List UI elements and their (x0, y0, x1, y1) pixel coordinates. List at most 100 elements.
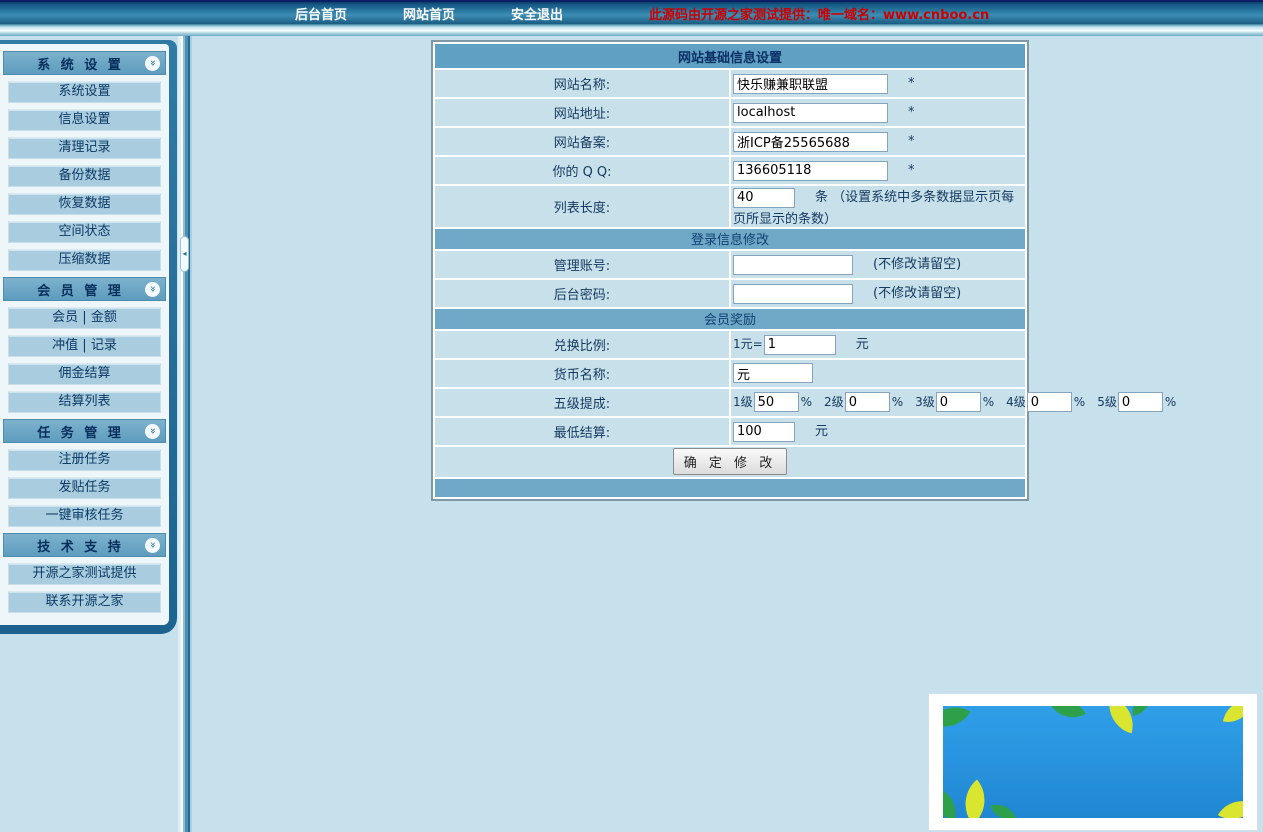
admin-page: 后台首页 网站首页 安全退出 此源码由开源之家测试提供：唯一域名：www.cnboo… (0, 0, 1263, 832)
form-field-row: 列表长度:条 （设置系统中多条数据显示页每页所显示的条数） (435, 186, 1025, 227)
nav-link[interactable]: 后台首页 (295, 4, 347, 23)
form-section-row: 登录信息修改 (435, 229, 1025, 249)
sidebar-item[interactable]: 发贴任务 (8, 477, 161, 499)
text-input[interactable] (754, 392, 799, 412)
field-label: 网站地址: (435, 99, 729, 126)
sidebar-item[interactable]: 恢复数据 (8, 193, 161, 215)
field-label: 列表长度: (435, 186, 729, 227)
text-input[interactable] (733, 188, 795, 208)
input-group: 1元= (733, 337, 836, 352)
field-note: (不修改请留空) (873, 257, 961, 272)
leaf-icon (1050, 706, 1086, 727)
collapse-sidebar-handle[interactable]: ◂ (180, 236, 189, 272)
settings-form: 网站基础信息设置 网站名称:*网站地址:*网站备案:*你的 Q Q:*列表长度:… (431, 40, 1029, 501)
topbar-divider-band (0, 24, 1263, 36)
sidebar-section-title: 任 务 管 理 (4, 422, 145, 441)
sidebar-item[interactable]: 冲值 | 记录 (8, 335, 161, 357)
text-input[interactable] (733, 284, 853, 304)
sidebar-item[interactable]: 一键审核任务 (8, 505, 161, 527)
chevron-double-down-icon[interactable]: » (145, 56, 160, 71)
nav-link[interactable]: 安全退出 (511, 4, 563, 23)
input-group (733, 76, 888, 91)
form-section-header: 会员奖励 (435, 309, 1025, 329)
sidebar-section-header[interactable]: 系 统 设 置» (3, 51, 166, 75)
input-prefix: 5级 (1097, 395, 1117, 409)
form-field-row: 网站名称:* (435, 70, 1025, 97)
text-input[interactable] (845, 392, 890, 412)
form-field-row: 货币名称: (435, 360, 1025, 387)
main-content: 网站基础信息设置 网站名称:*网站地址:*网站备案:*你的 Q Q:*列表长度:… (192, 36, 1263, 832)
field-label: 管理账号: (435, 251, 729, 278)
nav-link[interactable]: 网站首页 (403, 4, 455, 23)
chevron-double-down-icon[interactable]: » (145, 424, 160, 439)
input-suffix: % (892, 395, 903, 409)
text-input[interactable] (1027, 392, 1072, 412)
input-prefix: 2级 (824, 395, 844, 409)
leaf-icon (1218, 791, 1243, 818)
chevron-double-down-icon[interactable]: » (145, 538, 160, 553)
text-input[interactable] (764, 335, 836, 355)
sidebar-section-header[interactable]: 会 员 管 理» (3, 277, 166, 301)
promo-image (943, 706, 1243, 818)
sidebar-item[interactable]: 会员 | 金额 (8, 307, 161, 329)
chevron-double-down-icon[interactable]: » (145, 282, 160, 297)
input-group: 4级% (1006, 395, 1085, 410)
field-note: * (908, 76, 915, 91)
sidebar-item[interactable]: 备份数据 (8, 165, 161, 187)
leaf-icon (990, 799, 1016, 818)
field-value-cell: (不修改请留空) (731, 280, 1025, 307)
text-input[interactable] (733, 161, 888, 181)
sidebar-item[interactable]: 注册任务 (8, 449, 161, 471)
confirm-modify-button[interactable]: 确 定 修 改 (673, 448, 787, 475)
sidebar-item[interactable]: 佣金结算 (8, 363, 161, 385)
sidebar-item[interactable]: 信息设置 (8, 109, 161, 131)
text-input[interactable] (733, 74, 888, 94)
form-title: 网站基础信息设置 (435, 44, 1025, 68)
sidebar-item[interactable]: 系统设置 (8, 81, 161, 103)
text-input[interactable] (733, 255, 853, 275)
input-group: 3级% (915, 395, 994, 410)
field-value-cell: 条 （设置系统中多条数据显示页每页所显示的条数） (731, 186, 1025, 227)
text-input[interactable] (733, 132, 888, 152)
sidebar-item[interactable]: 开源之家测试提供 (8, 563, 161, 585)
footer-row (435, 479, 1025, 497)
sidebar: 系 统 设 置»系统设置信息设置清理记录备份数据恢复数据空间状态压缩数据会 员 … (0, 40, 177, 634)
sidebar-item[interactable]: 空间状态 (8, 221, 161, 243)
field-label: 网站备案: (435, 128, 729, 155)
input-prefix: 4级 (1006, 395, 1026, 409)
sidebar-item[interactable]: 联系开源之家 (8, 591, 161, 613)
form-field-row: 兑换比例:1元=元 (435, 331, 1025, 358)
field-value-cell: * (731, 70, 1025, 97)
sidebar-section-title: 系 统 设 置 (4, 54, 145, 73)
text-input[interactable] (733, 422, 795, 442)
field-note: * (908, 134, 915, 149)
field-value-cell: * (731, 128, 1025, 155)
promo-panel (928, 693, 1258, 831)
text-input[interactable] (936, 392, 981, 412)
content-area: 系 统 设 置»系统设置信息设置清理记录备份数据恢复数据空间状态压缩数据会 员 … (0, 36, 1263, 832)
field-label: 最低结算: (435, 418, 729, 445)
field-value-cell: * (731, 157, 1025, 184)
form-field-row: 五级提成:1级%2级%3级%4级%5级% (435, 389, 1025, 416)
input-group (733, 286, 853, 301)
sidebar-item[interactable]: 清理记录 (8, 137, 161, 159)
license-notice: 此源码由开源之家测试提供：唯一域名：www.cnboo.cn (649, 4, 989, 23)
leaf-icon (952, 779, 997, 818)
topbar-nav: 后台首页 网站首页 安全退出 (295, 4, 563, 23)
form-field-row: 网站备案: * (435, 128, 1025, 155)
sidebar-item[interactable]: 压缩数据 (8, 249, 161, 271)
sidebar-section-header[interactable]: 任 务 管 理» (3, 419, 166, 443)
sidebar-section-header[interactable]: 技 术 支 持» (3, 533, 166, 557)
sidebar-section-title: 会 员 管 理 (4, 280, 145, 299)
form-footer-bar (435, 479, 1025, 497)
input-group: 5级% (1097, 395, 1176, 410)
text-input[interactable] (733, 103, 888, 123)
text-input[interactable] (733, 363, 813, 383)
sidebar-item[interactable]: 结算列表 (8, 391, 161, 413)
text-input[interactable] (1118, 392, 1163, 412)
leaf-icon (1129, 706, 1154, 716)
sidebar-panel: 系 统 设 置»系统设置信息设置清理记录备份数据恢复数据空间状态压缩数据会 员 … (0, 44, 169, 625)
leaf-icon (943, 788, 963, 818)
field-label: 后台密码: (435, 280, 729, 307)
sidebar-splitter[interactable]: ◂ (178, 36, 192, 832)
